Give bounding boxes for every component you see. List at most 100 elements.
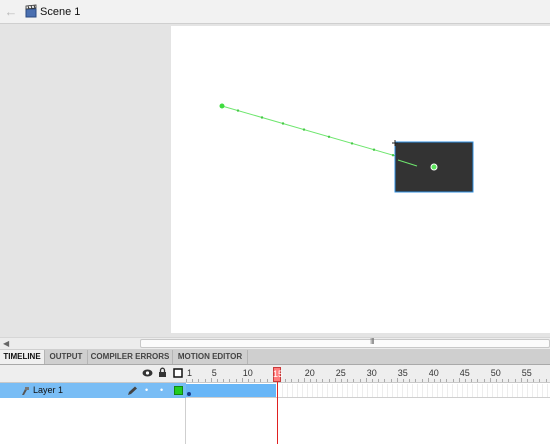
ruler-tick [359, 379, 361, 382]
motion-path-frame-dot [391, 154, 395, 157]
edit-bar: ← Scene 1 [0, 0, 550, 24]
ruler-tick [186, 379, 187, 382]
ruler-tick [527, 379, 528, 382]
ruler-tick [260, 379, 262, 382]
ruler-tick [347, 379, 349, 382]
ruler-label: 30 [366, 368, 377, 378]
scrollbar-grip: III [370, 337, 375, 346]
stage-content [219, 103, 474, 193]
ruler-tick [409, 379, 411, 382]
ruler-tick [365, 378, 367, 382]
ruler-label: 40 [428, 368, 439, 378]
ruler-label: 50 [490, 368, 501, 378]
layer-name[interactable]: Layer 1 [33, 385, 63, 396]
ruler-tick [198, 379, 200, 382]
ruler-tick [223, 379, 225, 382]
ruler-tick [489, 378, 491, 382]
ruler-tick [310, 379, 311, 382]
empty-frames[interactable] [278, 384, 550, 397]
ruler-tick [384, 379, 386, 382]
motion-path-start-point [219, 103, 225, 109]
transform-center-point[interactable] [430, 163, 438, 171]
ruler-tick [502, 379, 504, 382]
ruler-tick [508, 379, 510, 382]
motion-path-frame-dot [236, 109, 240, 112]
ruler-tick [210, 378, 212, 382]
back-arrow-icon[interactable]: ← [4, 5, 18, 19]
ruler-tick [440, 379, 442, 382]
keyframe-dot[interactable] [187, 392, 191, 396]
layer-outline-color[interactable] [174, 386, 183, 395]
ruler-tick [545, 379, 547, 382]
ruler-tick [539, 379, 541, 382]
ruler-tick [372, 379, 373, 382]
ruler-tick [353, 379, 355, 382]
scroll-left-arrow-icon[interactable]: ◀ [3, 338, 9, 349]
panel-tabs: TIMELINE OUTPUT COMPILER ERRORS MOTION E… [0, 349, 550, 365]
visibility-dot[interactable]: • [145, 384, 148, 396]
horizontal-scrollbar[interactable]: ◀ III [0, 337, 550, 349]
ruler-tick [427, 378, 429, 382]
ruler-tick [192, 379, 194, 382]
motion-path-frame-dot [281, 122, 285, 125]
clapperboard-icon [25, 4, 37, 18]
ruler-tick [496, 379, 497, 382]
layer-icon [22, 387, 29, 395]
ruler-tick [421, 379, 423, 382]
ruler-tick [285, 379, 287, 382]
motion-path-frame-dot [260, 116, 264, 119]
ruler-tick [316, 379, 318, 382]
ruler-tick [514, 379, 516, 382]
scrollbar-thumb[interactable] [140, 339, 550, 348]
lock-dot[interactable]: • [160, 384, 163, 396]
ruler-label: 35 [397, 368, 408, 378]
tab-output[interactable]: OUTPUT [45, 350, 88, 364]
current-frame-number: 15 [273, 369, 284, 379]
motion-path-frame-dot [372, 148, 376, 151]
tab-timeline[interactable]: TIMELINE [0, 350, 45, 364]
motion-path-frame-dot [350, 142, 354, 145]
ruler-tick [390, 379, 392, 382]
motion-path-frame-dot [302, 128, 306, 131]
tab-compiler-errors[interactable]: COMPILER ERRORS [88, 350, 173, 364]
ruler-tick [415, 379, 417, 382]
tab-motion-editor[interactable]: MOTION EDITOR [173, 350, 248, 364]
ruler-tick [241, 378, 243, 382]
motion-path-frame-dot [327, 135, 331, 138]
ruler-tick [458, 378, 460, 382]
ruler-tick [341, 379, 342, 382]
outline-icon[interactable] [173, 368, 183, 378]
ruler-tick [520, 378, 522, 382]
ruler-tick [446, 379, 448, 382]
ruler-label: 25 [335, 368, 346, 378]
ruler-tick [434, 379, 435, 382]
ruler-tick [297, 379, 299, 382]
ruler-tick [471, 379, 473, 382]
ruler-tick [328, 379, 330, 382]
ruler-tick [483, 379, 485, 382]
ruler-tick [303, 378, 305, 382]
pencil-icon[interactable] [127, 386, 138, 396]
ruler-label: 20 [304, 368, 315, 378]
eye-icon[interactable] [142, 368, 153, 378]
ruler-tick [229, 379, 231, 382]
ruler-tick [217, 379, 218, 382]
ruler-tick [403, 379, 404, 382]
ruler-tick [396, 378, 398, 382]
ruler-label: 1 [187, 368, 193, 378]
lock-icon[interactable] [158, 367, 167, 378]
ruler-tick [204, 379, 206, 382]
ruler-label: 10 [242, 368, 253, 378]
ruler-tick [334, 378, 336, 382]
ruler-tick [266, 379, 268, 382]
ruler-tick [477, 379, 479, 382]
layer-list-empty-area[interactable] [0, 398, 186, 444]
playhead-line [277, 382, 278, 444]
ruler-label: 55 [521, 368, 532, 378]
ruler-tick [378, 379, 380, 382]
scene-name[interactable]: Scene 1 [40, 5, 80, 19]
ruler-tick [533, 379, 535, 382]
ruler-tick [291, 379, 293, 382]
tween-span[interactable] [186, 384, 276, 397]
ruler-label: 5 [211, 368, 217, 378]
